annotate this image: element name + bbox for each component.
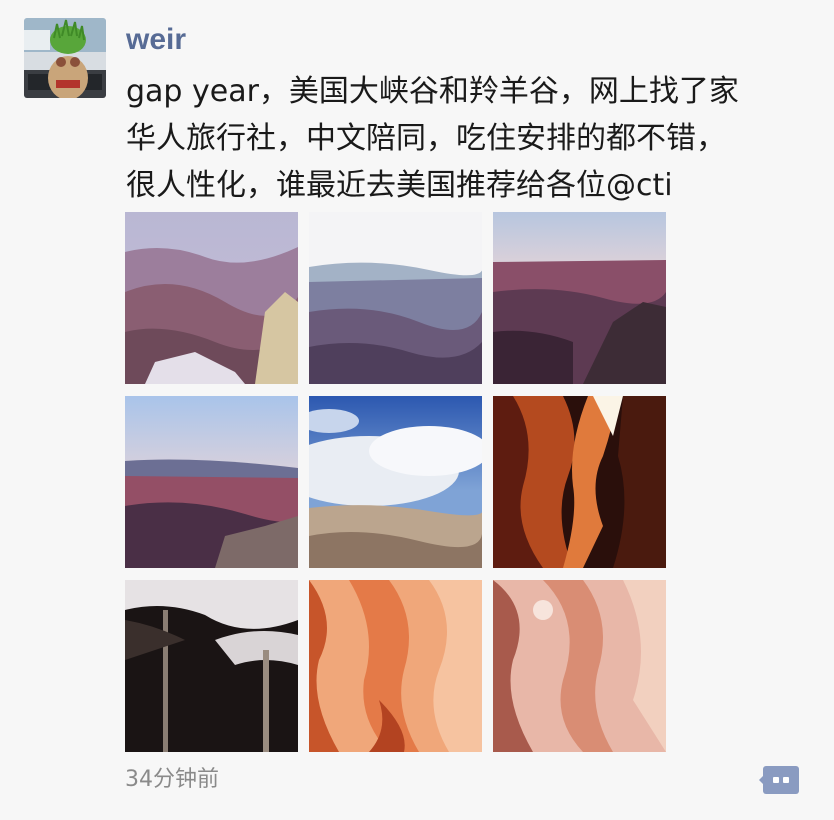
photo-grid: [125, 212, 667, 753]
photo-thumbnail[interactable]: [309, 396, 482, 568]
comment-button[interactable]: [759, 764, 801, 796]
photo-thumbnail[interactable]: [493, 212, 666, 384]
photo-thumbnail[interactable]: [309, 580, 482, 752]
avatar[interactable]: [24, 18, 106, 98]
photo-thumbnail[interactable]: [125, 580, 298, 752]
photo-thumbnail[interactable]: [493, 396, 666, 568]
avatar-image: [24, 18, 106, 98]
photo-thumbnail[interactable]: [493, 580, 666, 752]
username[interactable]: weir: [126, 20, 186, 60]
comment-bubble-icon: [759, 766, 799, 794]
photo-thumbnail[interactable]: [125, 212, 298, 384]
photo-thumbnail[interactable]: [309, 212, 482, 384]
moments-post: weir gap year，美国大峡谷和羚羊谷，网上找了家 华人旅行社，中文陪同…: [0, 0, 834, 820]
post-text: gap year，美国大峡谷和羚羊谷，网上找了家 华人旅行社，中文陪同，吃住安排…: [126, 74, 739, 203]
post-timestamp: 34分钟前: [125, 767, 219, 792]
photo-thumbnail[interactable]: [125, 396, 298, 568]
